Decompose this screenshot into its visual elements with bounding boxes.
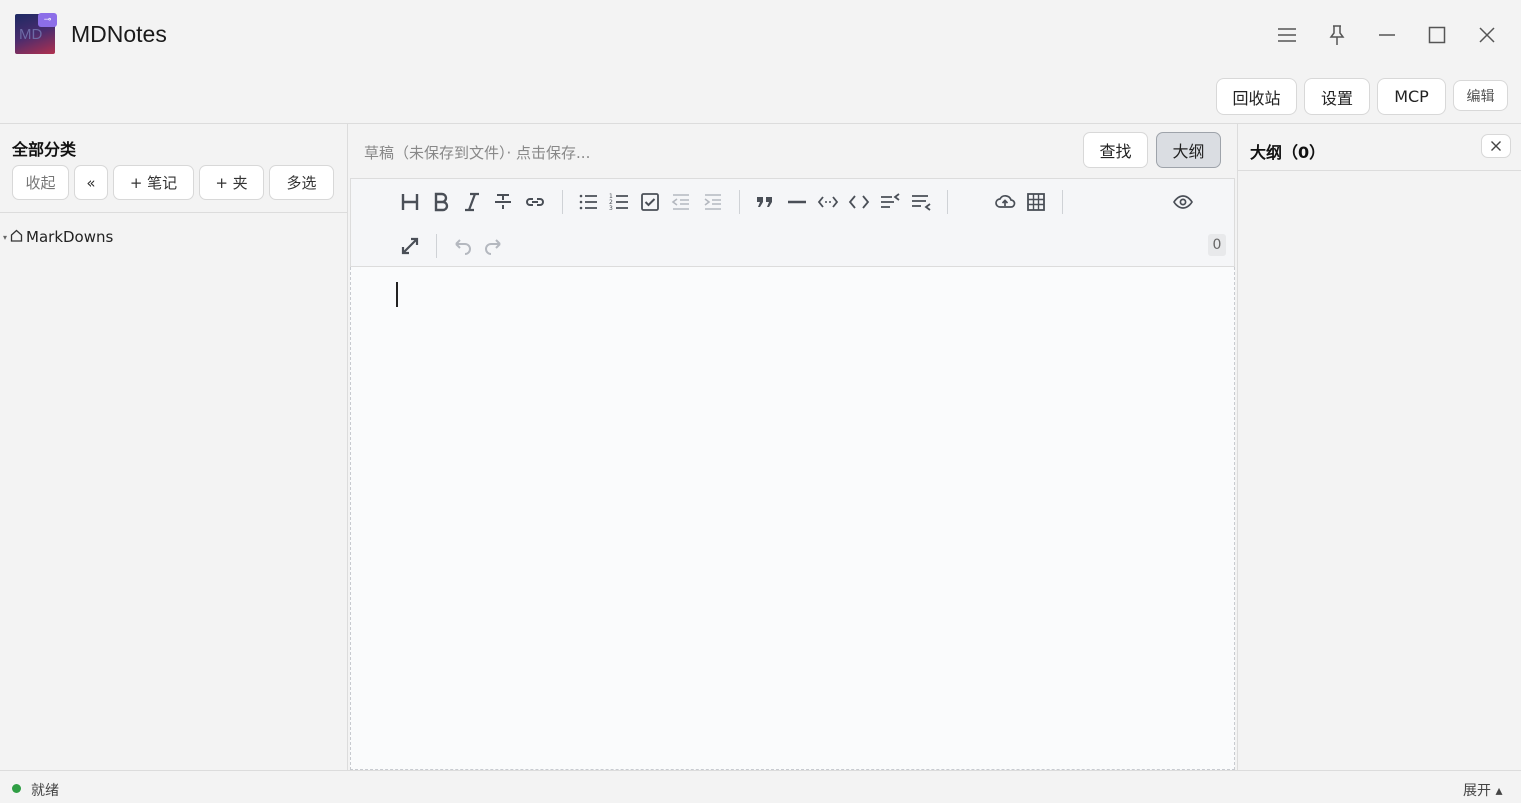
mcp-button[interactable]: MCP	[1377, 78, 1446, 115]
bold-icon[interactable]	[429, 190, 453, 214]
upload-icon[interactable]	[993, 190, 1017, 214]
outline-toggle-button[interactable]: 大纲	[1156, 132, 1221, 168]
redo-icon[interactable]	[482, 234, 506, 258]
find-button[interactable]: 查找	[1083, 132, 1148, 168]
plug-icon: ⊸	[38, 13, 57, 27]
app-title: MDNotes	[71, 21, 167, 47]
undo-icon[interactable]	[450, 234, 474, 258]
bullet-list-icon[interactable]	[576, 190, 600, 214]
close-icon[interactable]	[1474, 22, 1500, 48]
quote-icon[interactable]	[753, 190, 777, 214]
strikethrough-icon[interactable]	[491, 190, 515, 214]
status-text: 就绪	[31, 783, 59, 799]
toolbar-divider	[947, 190, 948, 214]
outline-divider	[1238, 170, 1521, 171]
toolbar-divider	[436, 234, 437, 258]
inline-code-icon[interactable]	[816, 190, 840, 214]
checklist-icon[interactable]	[638, 190, 662, 214]
sidebar-divider	[0, 212, 348, 213]
outdent-icon[interactable]	[669, 190, 693, 214]
sidebar-title: 全部分类	[12, 140, 77, 159]
outline-close-icon[interactable]	[1481, 134, 1511, 158]
app-logo: MD ⊸	[15, 13, 57, 54]
editor-pane: 草稿（未保存到文件）· 点击保存... 查找 大纲 123 0	[349, 124, 1237, 770]
home-icon	[10, 228, 23, 246]
outline-title: 大纲（0）	[1250, 143, 1326, 162]
back-button[interactable]: «	[74, 165, 108, 200]
svg-text:3: 3	[609, 205, 613, 212]
link-icon[interactable]	[523, 190, 547, 214]
tree-item-markdowns[interactable]: ▾ MarkDowns	[3, 228, 113, 246]
maximize-icon[interactable]	[1424, 22, 1450, 48]
title-bar: MD ⊸ MDNotes	[0, 0, 1521, 70]
toolbar-divider	[562, 190, 563, 214]
caret-down-icon[interactable]: ▾	[3, 233, 7, 242]
toolbar-divider	[1062, 190, 1063, 214]
multi-select-button[interactable]: 多选	[269, 165, 334, 200]
expand-button[interactable]: 展开 ▴	[1463, 780, 1502, 800]
edit-button[interactable]: 编辑	[1453, 80, 1508, 111]
pin-icon[interactable]	[1324, 22, 1350, 48]
preview-eye-icon[interactable]	[1171, 190, 1195, 214]
toolbar-divider	[739, 190, 740, 214]
insert-before-icon[interactable]	[878, 190, 902, 214]
recycle-bin-button[interactable]: 回收站	[1216, 78, 1297, 115]
status-indicator	[12, 784, 21, 793]
heading-icon[interactable]	[398, 190, 422, 214]
new-note-button[interactable]: + 笔记	[113, 165, 194, 200]
insert-after-icon[interactable]	[909, 190, 933, 214]
word-count: 0	[1208, 234, 1226, 256]
code-block-icon[interactable]	[847, 190, 871, 214]
minimize-icon[interactable]	[1374, 22, 1400, 48]
status-bar: 就绪 展开 ▴	[0, 770, 1521, 803]
menu-icon[interactable]	[1274, 22, 1300, 48]
tree-item-label: MarkDowns	[26, 228, 114, 246]
sidebar: 全部分类 收起 « + 笔记 + 夹 多选 ▾ MarkDowns	[0, 124, 348, 770]
draft-status[interactable]: 草稿（未保存到文件）· 点击保存...	[364, 142, 590, 163]
ordered-list-icon[interactable]: 123	[607, 190, 631, 214]
logo-text: MD	[19, 26, 43, 43]
editor-toolbar: 123 0	[350, 178, 1235, 267]
horizontal-rule-icon[interactable]	[785, 190, 809, 214]
markdown-editor[interactable]	[350, 267, 1235, 770]
italic-icon[interactable]	[460, 190, 484, 214]
table-icon[interactable]	[1024, 190, 1048, 214]
outline-panel: 大纲（0）	[1237, 124, 1521, 770]
new-folder-button[interactable]: + 夹	[199, 165, 264, 200]
text-caret	[396, 282, 398, 307]
indent-icon[interactable]	[701, 190, 725, 214]
settings-button[interactable]: 设置	[1304, 78, 1370, 115]
fullscreen-icon[interactable]	[398, 234, 422, 258]
top-toolbar: 回收站 设置 MCP 编辑	[0, 70, 1521, 124]
collapse-button[interactable]: 收起	[12, 165, 69, 200]
